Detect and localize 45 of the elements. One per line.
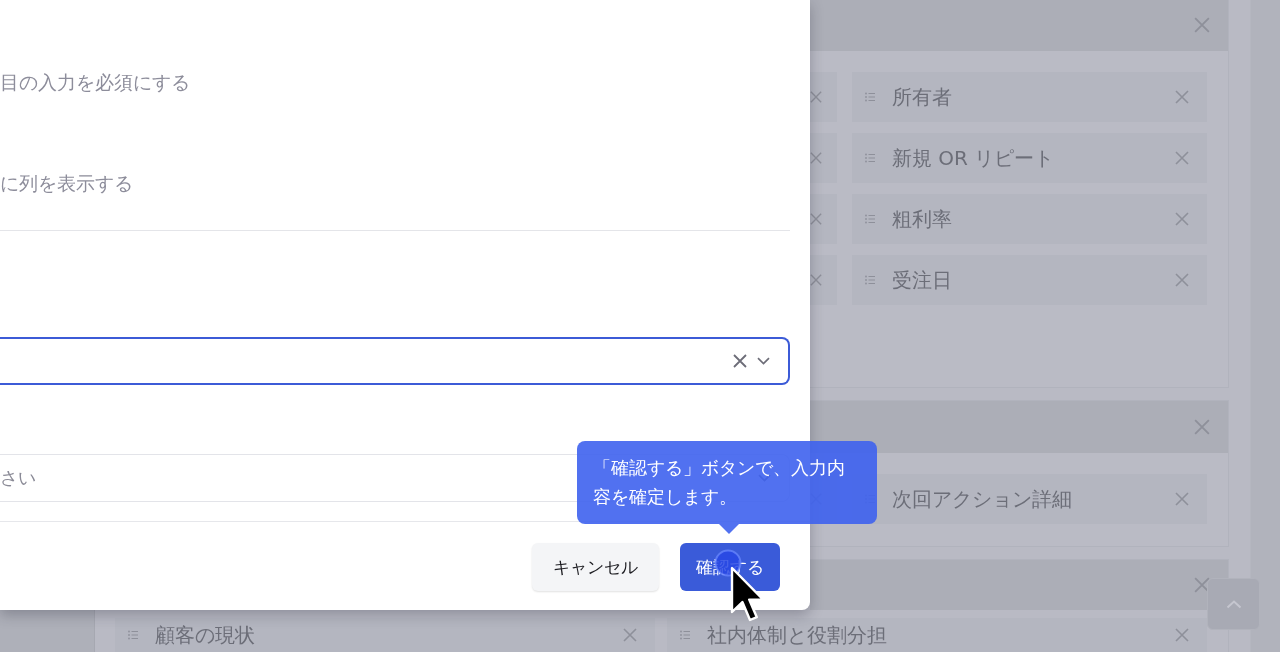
drag-handle-icon[interactable] <box>865 275 875 285</box>
drag-handle-icon[interactable] <box>865 153 875 163</box>
chevron-up-icon[interactable] <box>1225 599 1242 609</box>
chip-label: 次回アクション詳細 <box>892 485 1073 513</box>
close-icon[interactable] <box>623 628 637 642</box>
close-icon[interactable] <box>1194 577 1210 593</box>
close-icon[interactable] <box>1175 492 1189 506</box>
close-icon[interactable] <box>1175 212 1189 226</box>
close-icon[interactable] <box>810 213 822 225</box>
option-label: に列を表示する <box>0 173 134 193</box>
chip-label: 新規 OR リピート <box>892 144 1056 172</box>
drag-handle-icon[interactable] <box>128 630 138 640</box>
scroll-to-top-button[interactable] <box>1207 578 1260 630</box>
field-chip[interactable]: 粗利率 <box>852 194 1207 244</box>
drag-handle-icon[interactable] <box>865 214 875 224</box>
chip-label: 粗利率 <box>892 205 953 233</box>
chevron-down-icon[interactable] <box>757 357 770 365</box>
field-chip[interactable]: 社内体制と役割分担 <box>667 618 1207 652</box>
field-chip[interactable]: 受注日 <box>852 255 1207 305</box>
select-field[interactable] <box>0 337 790 385</box>
close-icon[interactable] <box>810 152 822 164</box>
field-chip[interactable]: 顧客の現状 <box>115 618 655 652</box>
field-chip[interactable] <box>810 255 837 305</box>
close-icon[interactable] <box>1175 151 1189 165</box>
clear-icon[interactable] <box>733 354 747 368</box>
field-chip[interactable] <box>810 194 837 244</box>
chip-label: 受注日 <box>892 266 953 294</box>
field-chip[interactable]: 所有者 <box>852 72 1207 122</box>
chip-label: 社内体制と役割分担 <box>707 621 888 649</box>
close-icon[interactable] <box>1194 419 1210 435</box>
chip-label: 顧客の現状 <box>155 621 256 649</box>
close-icon[interactable] <box>810 91 822 103</box>
drag-handle-icon[interactable] <box>865 92 875 102</box>
drag-handle-icon[interactable] <box>680 630 690 640</box>
field-chip[interactable]: 新規 OR リピート <box>852 133 1207 183</box>
close-icon[interactable] <box>1175 273 1189 287</box>
chip-label: 所有者 <box>892 83 953 111</box>
close-icon[interactable] <box>1175 90 1189 104</box>
field-chip[interactable] <box>810 72 837 122</box>
close-icon[interactable] <box>1194 17 1210 33</box>
field-chip[interactable] <box>810 133 837 183</box>
cancel-button[interactable]: キャンセル <box>532 543 659 591</box>
option-label: 目の入力を必須にする <box>0 72 191 92</box>
close-icon[interactable] <box>810 274 822 286</box>
close-icon[interactable] <box>1175 628 1189 642</box>
